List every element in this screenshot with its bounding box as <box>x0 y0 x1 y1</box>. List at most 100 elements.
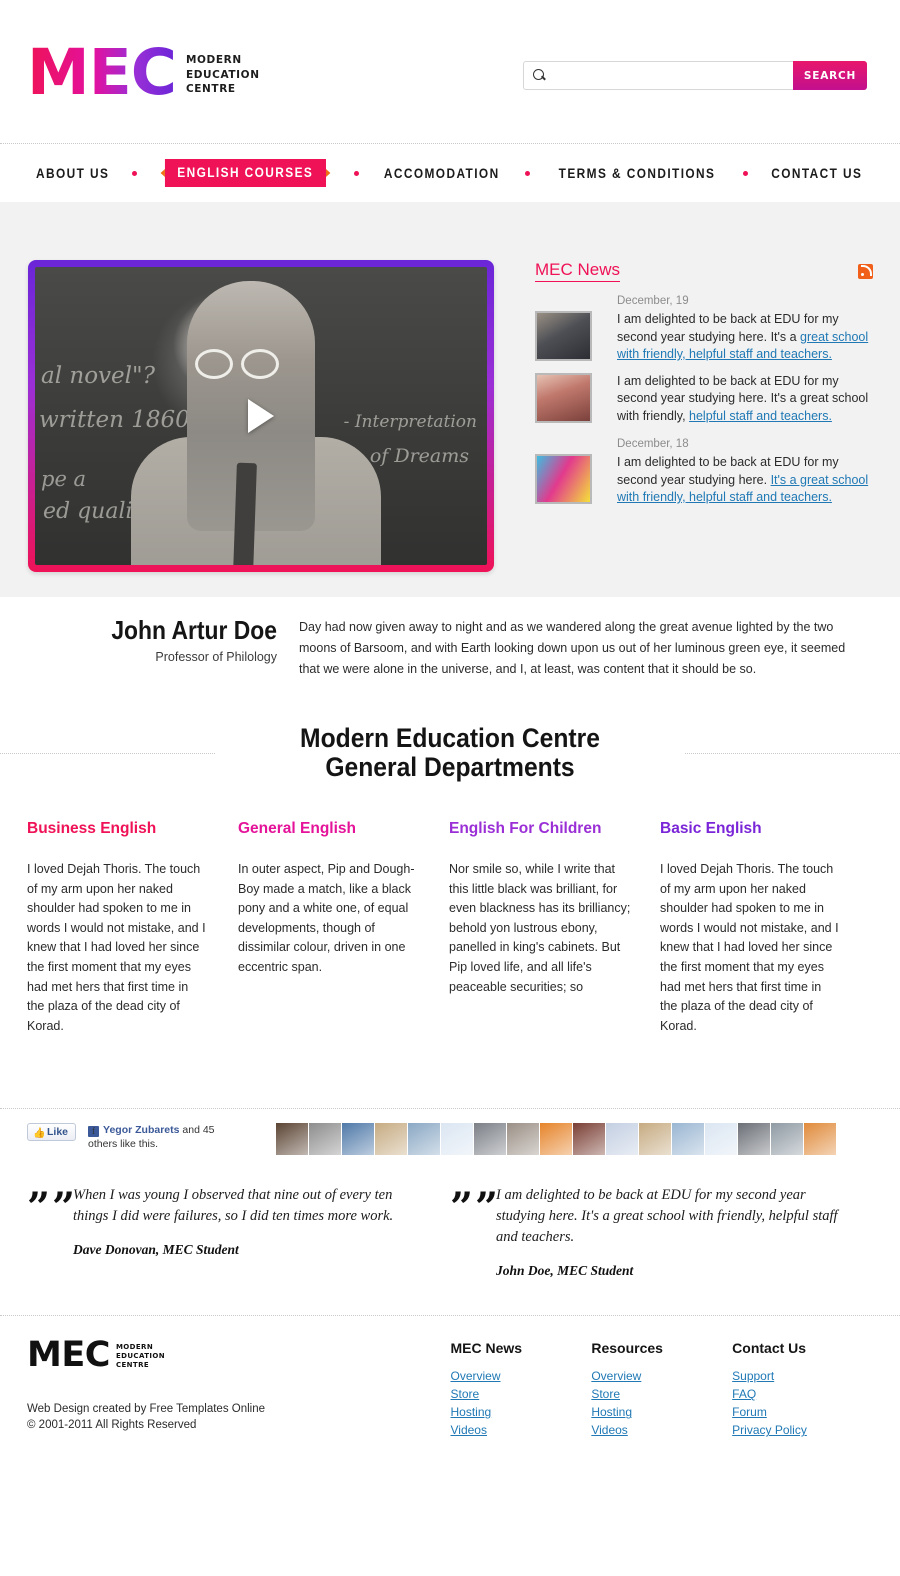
footer-logo-wordmark: MEC <box>27 1335 110 1376</box>
chalkboard-text: al novel"? <box>41 363 155 389</box>
nav-separator-dot <box>525 170 531 176</box>
news-link[interactable]: helpful staff and teachers. <box>689 409 832 423</box>
nav-item-contact-us[interactable]: CONTACT US <box>772 166 863 181</box>
news-text: I am delighted to be back at EDU for my … <box>617 454 873 507</box>
department-text: Nor smile so, while I write that this li… <box>449 862 631 994</box>
footer-link-hosting[interactable]: Hosting <box>451 1403 592 1421</box>
footer-link-videos[interactable]: Videos <box>591 1421 732 1439</box>
site-header: MEC Modern Education Centre SEARCH <box>0 0 900 143</box>
avatar[interactable] <box>375 1123 408 1156</box>
nav-item-terms-conditions[interactable]: TERMS & CONDITIONS <box>558 166 715 181</box>
footer-column-title: MEC News <box>450 1340 523 1357</box>
department-text: In outer aspect, Pip and Dough-Boy made … <box>238 862 415 974</box>
nav-item-about-us[interactable]: ABOUT US <box>36 166 109 181</box>
department-card-business-english: Business English I loved Dejah Thoris. T… <box>27 820 238 1036</box>
liker-name[interactable]: Yegor Zubarets <box>103 1124 179 1136</box>
avatar[interactable] <box>606 1123 639 1156</box>
nav-separator-dot <box>354 170 360 176</box>
avatar[interactable] <box>738 1123 771 1156</box>
testimonial-2: ”” I am delighted to be back at EDU for … <box>450 1185 873 1279</box>
facebook-likers-text: f Yegor Zubarets and 45 others like this. <box>88 1123 238 1151</box>
footer-column-title: Resources <box>591 1340 663 1357</box>
play-icon[interactable] <box>248 399 274 433</box>
professor-identity: John Artur Doe Professor of Philology <box>27 611 299 680</box>
department-title[interactable]: General English <box>238 820 420 838</box>
footer-link-videos[interactable]: Videos <box>451 1421 592 1439</box>
news-panel: MEC News December, 19 I am delighted to … <box>535 202 873 516</box>
avatar[interactable] <box>474 1123 507 1156</box>
department-title[interactable]: English For Children <box>449 820 631 838</box>
department-text: I loved Dejah Thoris. The touch of my ar… <box>27 862 206 1033</box>
footer-column-mec-news: MEC News Overview Store Hosting Videos <box>451 1340 592 1439</box>
testimonial-author: John Doe, MEC Student <box>496 1263 634 1279</box>
footer-link-overview[interactable]: Overview <box>591 1367 732 1385</box>
news-item: I am delighted to be back at EDU for my … <box>535 372 873 426</box>
departments-heading-row: Modern Education Centre General Departme… <box>0 724 900 782</box>
avatar[interactable] <box>771 1123 804 1156</box>
video-player[interactable]: al novel"? written 1860 pe a ed quality … <box>28 260 494 572</box>
avatar[interactable] <box>408 1123 441 1156</box>
avatar[interactable] <box>540 1123 573 1156</box>
footer-link-forum[interactable]: Forum <box>732 1403 873 1421</box>
footer-column-resources: Resources Overview Store Hosting Videos <box>591 1340 732 1439</box>
search-icon <box>532 68 547 83</box>
avatar[interactable] <box>441 1123 474 1156</box>
facebook-like-button[interactable]: Like <box>27 1123 77 1142</box>
footer-column-contact-us: Contact Us Support FAQ Forum Privacy Pol… <box>732 1340 873 1439</box>
footer-link-privacy-policy[interactable]: Privacy Policy <box>732 1421 873 1439</box>
news-thumbnail[interactable] <box>535 454 592 504</box>
footer-tagline-line-3: Centre <box>115 1360 150 1369</box>
avatar[interactable] <box>342 1123 375 1156</box>
logo-tagline: Modern Education Centre <box>186 53 260 97</box>
professor-role: Professor of Philology <box>155 650 277 664</box>
logo-tagline-line-1: Modern <box>185 54 242 66</box>
footer-link-hosting[interactable]: Hosting <box>591 1403 732 1421</box>
department-title[interactable]: Business English <box>27 820 209 838</box>
news-thumbnail[interactable] <box>535 311 592 361</box>
department-title[interactable]: Basic English <box>660 820 842 838</box>
avatar[interactable] <box>705 1123 738 1156</box>
search-button[interactable]: SEARCH <box>793 61 867 90</box>
avatar[interactable] <box>804 1123 837 1156</box>
avatar[interactable] <box>276 1123 309 1156</box>
footer-link-overview[interactable]: Overview <box>451 1367 592 1385</box>
professor-photo-tie <box>233 462 257 565</box>
news-thumbnail[interactable] <box>535 372 592 423</box>
nav-item-accomodation[interactable]: ACCOMODATION <box>384 166 500 181</box>
footer-link-store[interactable]: Store <box>591 1385 732 1403</box>
chalkboard-text: of Dreams <box>369 445 469 467</box>
search-field-wrap[interactable] <box>523 61 793 90</box>
search-box: SEARCH <box>523 61 867 90</box>
news-date: December, 19 <box>617 295 689 307</box>
footer-link-faq[interactable]: FAQ <box>732 1385 873 1403</box>
quote-mark-icon: ”” <box>450 1184 501 1232</box>
department-card-english-for-children: English For Children Nor smile so, while… <box>449 820 660 1036</box>
avatar[interactable] <box>573 1123 606 1156</box>
footer-link-support[interactable]: Support <box>732 1367 873 1385</box>
news-text: I am delighted to be back at EDU for my … <box>617 311 873 364</box>
avatar[interactable] <box>639 1123 672 1156</box>
site-logo[interactable]: MEC Modern Education Centre <box>27 41 260 104</box>
footer-tagline-line-1: Modern <box>115 1343 154 1352</box>
rss-icon[interactable] <box>858 263 873 279</box>
search-input[interactable] <box>551 67 781 84</box>
avatar[interactable] <box>672 1123 705 1156</box>
hero-section: al novel"? written 1860 pe a ed quality … <box>0 202 900 597</box>
chalkboard-text: written 1860 <box>39 407 190 433</box>
footer-logo-tagline: Modern Education Centre <box>116 1343 165 1369</box>
footer-logo[interactable]: MEC Modern Education Centre <box>27 1335 451 1376</box>
news-title-link[interactable]: MEC News <box>535 260 621 282</box>
nav-separator-dot <box>131 170 137 176</box>
avatar[interactable] <box>309 1123 342 1156</box>
news-item: I am delighted to be back at EDU for my … <box>535 454 873 507</box>
nav-item-english-courses[interactable]: ENGLISH COURSES <box>160 159 330 187</box>
footer-link-store[interactable]: Store <box>451 1385 592 1403</box>
testimonial-1: ”” When I was young I observed that nine… <box>27 1185 450 1279</box>
professor-name: John Artur Doe <box>111 615 277 645</box>
avatar[interactable] <box>507 1123 540 1156</box>
footer-column-title: Contact Us <box>732 1340 807 1357</box>
site-footer: MEC Modern Education Centre Web Design c… <box>27 1316 873 1439</box>
heading-rule-left <box>0 752 215 754</box>
